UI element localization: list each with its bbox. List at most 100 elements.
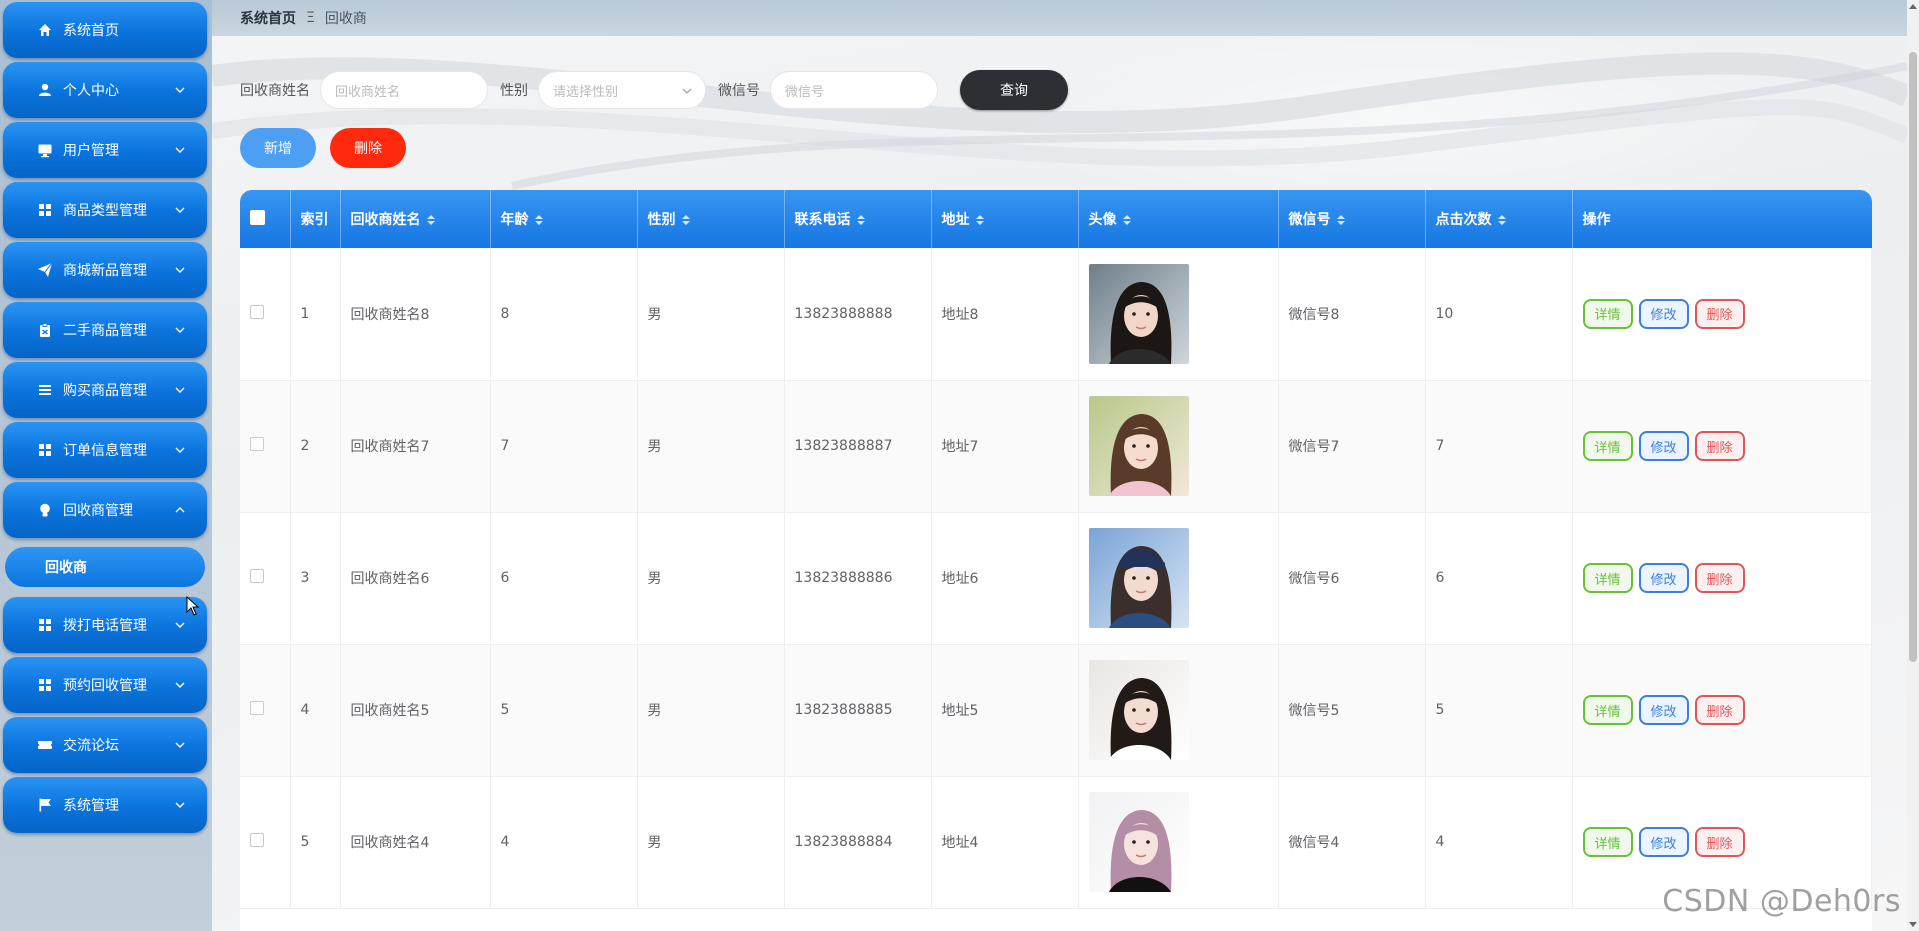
sidebar-item-12[interactable]: 交流论坛 [3,717,207,773]
sidebar-item-5[interactable]: 商城新品管理 [3,242,207,298]
cell-name: 回收商姓名5 [340,644,491,777]
sidebar-item-7[interactable]: 购买商品管理 [3,362,207,418]
grid-icon [37,677,53,693]
sort-icon[interactable] [856,214,865,226]
gender-select[interactable]: 请选择性别 [538,71,706,109]
sidebar-item-2[interactable]: 个人中心 [3,62,207,118]
column-header[interactable]: 回收商姓名 [340,190,491,248]
delete-button[interactable]: 删除 [1694,827,1745,857]
sidebar-item-10[interactable]: 拨打电话管理 [3,597,207,653]
chevron-down-icon [175,742,185,748]
sort-icon[interactable] [681,214,690,226]
detail-button[interactable]: 详情 [1582,563,1633,593]
cell-index: 4 [290,644,341,777]
column-header-label: 年龄 [500,212,529,228]
sidebar-item-9[interactable]: 回收商管理 [3,482,207,538]
column-header[interactable]: 联系电话 [784,190,932,248]
column-header[interactable]: 头像 [1078,190,1279,248]
edit-button[interactable]: 修改 [1638,695,1689,725]
delete-button[interactable]: 删除 [1694,298,1745,329]
sidebar-item-1[interactable]: 系统首页 [3,2,207,58]
batch-delete-button[interactable]: 删除 [330,128,406,168]
row-select-cell [240,380,291,513]
sidebar-item-label: 用户管理 [63,143,119,159]
row-checkbox[interactable] [250,569,264,583]
row-checkbox[interactable] [250,833,264,847]
detail-button[interactable]: 详情 [1582,431,1633,461]
wechat-search-input[interactable]: 微信号 [770,71,938,109]
sort-icon[interactable] [534,214,543,226]
row-checkbox[interactable] [250,701,264,715]
sidebar-item-6[interactable]: 二手商品管理 [3,302,207,358]
watermark: CSDN @Deh0rs [1662,884,1901,919]
sort-icon[interactable] [1497,214,1506,226]
sidebar-item-11[interactable]: 预约回收管理 [3,657,207,713]
cell-wechat: 微信号5 [1278,644,1426,777]
row-select-cell [240,248,291,381]
sidebar-item-label: 系统首页 [63,23,119,39]
cell-gender: 男 [637,776,785,909]
edit-button[interactable]: 修改 [1638,298,1689,329]
scroll-up-icon[interactable] [1909,4,1917,9]
sidebar-item-8[interactable]: 订单信息管理 [3,422,207,478]
mouse-cursor-icon [186,596,200,616]
cell-address: 地址6 [931,512,1079,645]
sidebar-item-3[interactable]: 用户管理 [3,122,207,178]
cell-index: 2 [290,380,341,513]
cell-avatar [1078,512,1279,645]
page-scrollbar[interactable] [1907,0,1919,931]
wechat-label: 微信号 [718,83,760,99]
cell-phone: 13823888886 [784,512,932,645]
lightbulb-icon [37,502,53,518]
chevron-down-icon [175,682,185,688]
detail-button[interactable]: 详情 [1582,298,1633,329]
column-header[interactable]: 微信号 [1278,190,1426,248]
scrollbar-thumb[interactable] [1909,52,1917,662]
edit-button[interactable]: 修改 [1638,827,1689,857]
column-header[interactable]: 年龄 [490,190,638,248]
sidebar-subitem-recycler[interactable]: 回收商 [5,547,205,587]
row-checkbox[interactable] [250,304,264,319]
cell-clicks: 6 [1425,512,1573,645]
sort-icon[interactable] [1336,214,1345,226]
breadcrumb-home[interactable]: 系统首页 [240,8,296,28]
avatar [1088,660,1189,760]
cell-wechat: 微信号8 [1278,248,1426,381]
avatar [1088,396,1189,496]
edit-button[interactable]: 修改 [1638,431,1689,461]
column-header-label: 微信号 [1288,212,1331,228]
select-all-checkbox[interactable] [250,209,265,225]
sort-icon[interactable] [975,214,984,226]
column-header-label: 回收商姓名 [350,212,421,228]
column-header[interactable]: 性别 [637,190,785,248]
detail-button[interactable]: 详情 [1582,827,1633,857]
column-header-label: 性别 [647,212,676,228]
column-header[interactable]: 地址 [931,190,1079,248]
chevron-down-icon [175,622,185,628]
add-button[interactable]: 新增 [240,128,316,168]
row-checkbox[interactable] [250,437,264,451]
cell-index: 3 [290,512,341,645]
column-header[interactable]: 点击次数 [1425,190,1573,248]
detail-button[interactable]: 详情 [1582,695,1633,725]
gender-placeholder: 请选择性别 [553,84,619,100]
column-header-label: 索引 [300,212,329,228]
sort-icon[interactable] [1122,214,1131,226]
sort-icon[interactable] [426,214,435,226]
sidebar-item-13[interactable]: 系统管理 [3,777,207,833]
cell-name: 回收商姓名7 [340,380,491,513]
cell-avatar [1078,248,1279,381]
column-header-label: 点击次数 [1435,212,1492,228]
query-button[interactable]: 查询 [960,70,1068,110]
name-search-input[interactable]: 回收商姓名 [320,71,488,109]
delete-button[interactable]: 删除 [1694,431,1745,461]
edit-button[interactable]: 修改 [1638,563,1689,593]
table-row: 4 回收商姓名5 5 男 13823888885 地址5 微信号5 5 详情 修改 删除 [240,644,1872,777]
cell-gender: 男 [637,512,785,645]
chevron-up-icon [175,507,185,513]
sidebar-item-label: 订单信息管理 [63,443,147,459]
delete-button[interactable]: 删除 [1694,563,1745,593]
delete-button[interactable]: 删除 [1694,695,1745,725]
sidebar-item-4[interactable]: 商品类型管理 [3,182,207,238]
scroll-down-icon[interactable] [1909,922,1917,927]
